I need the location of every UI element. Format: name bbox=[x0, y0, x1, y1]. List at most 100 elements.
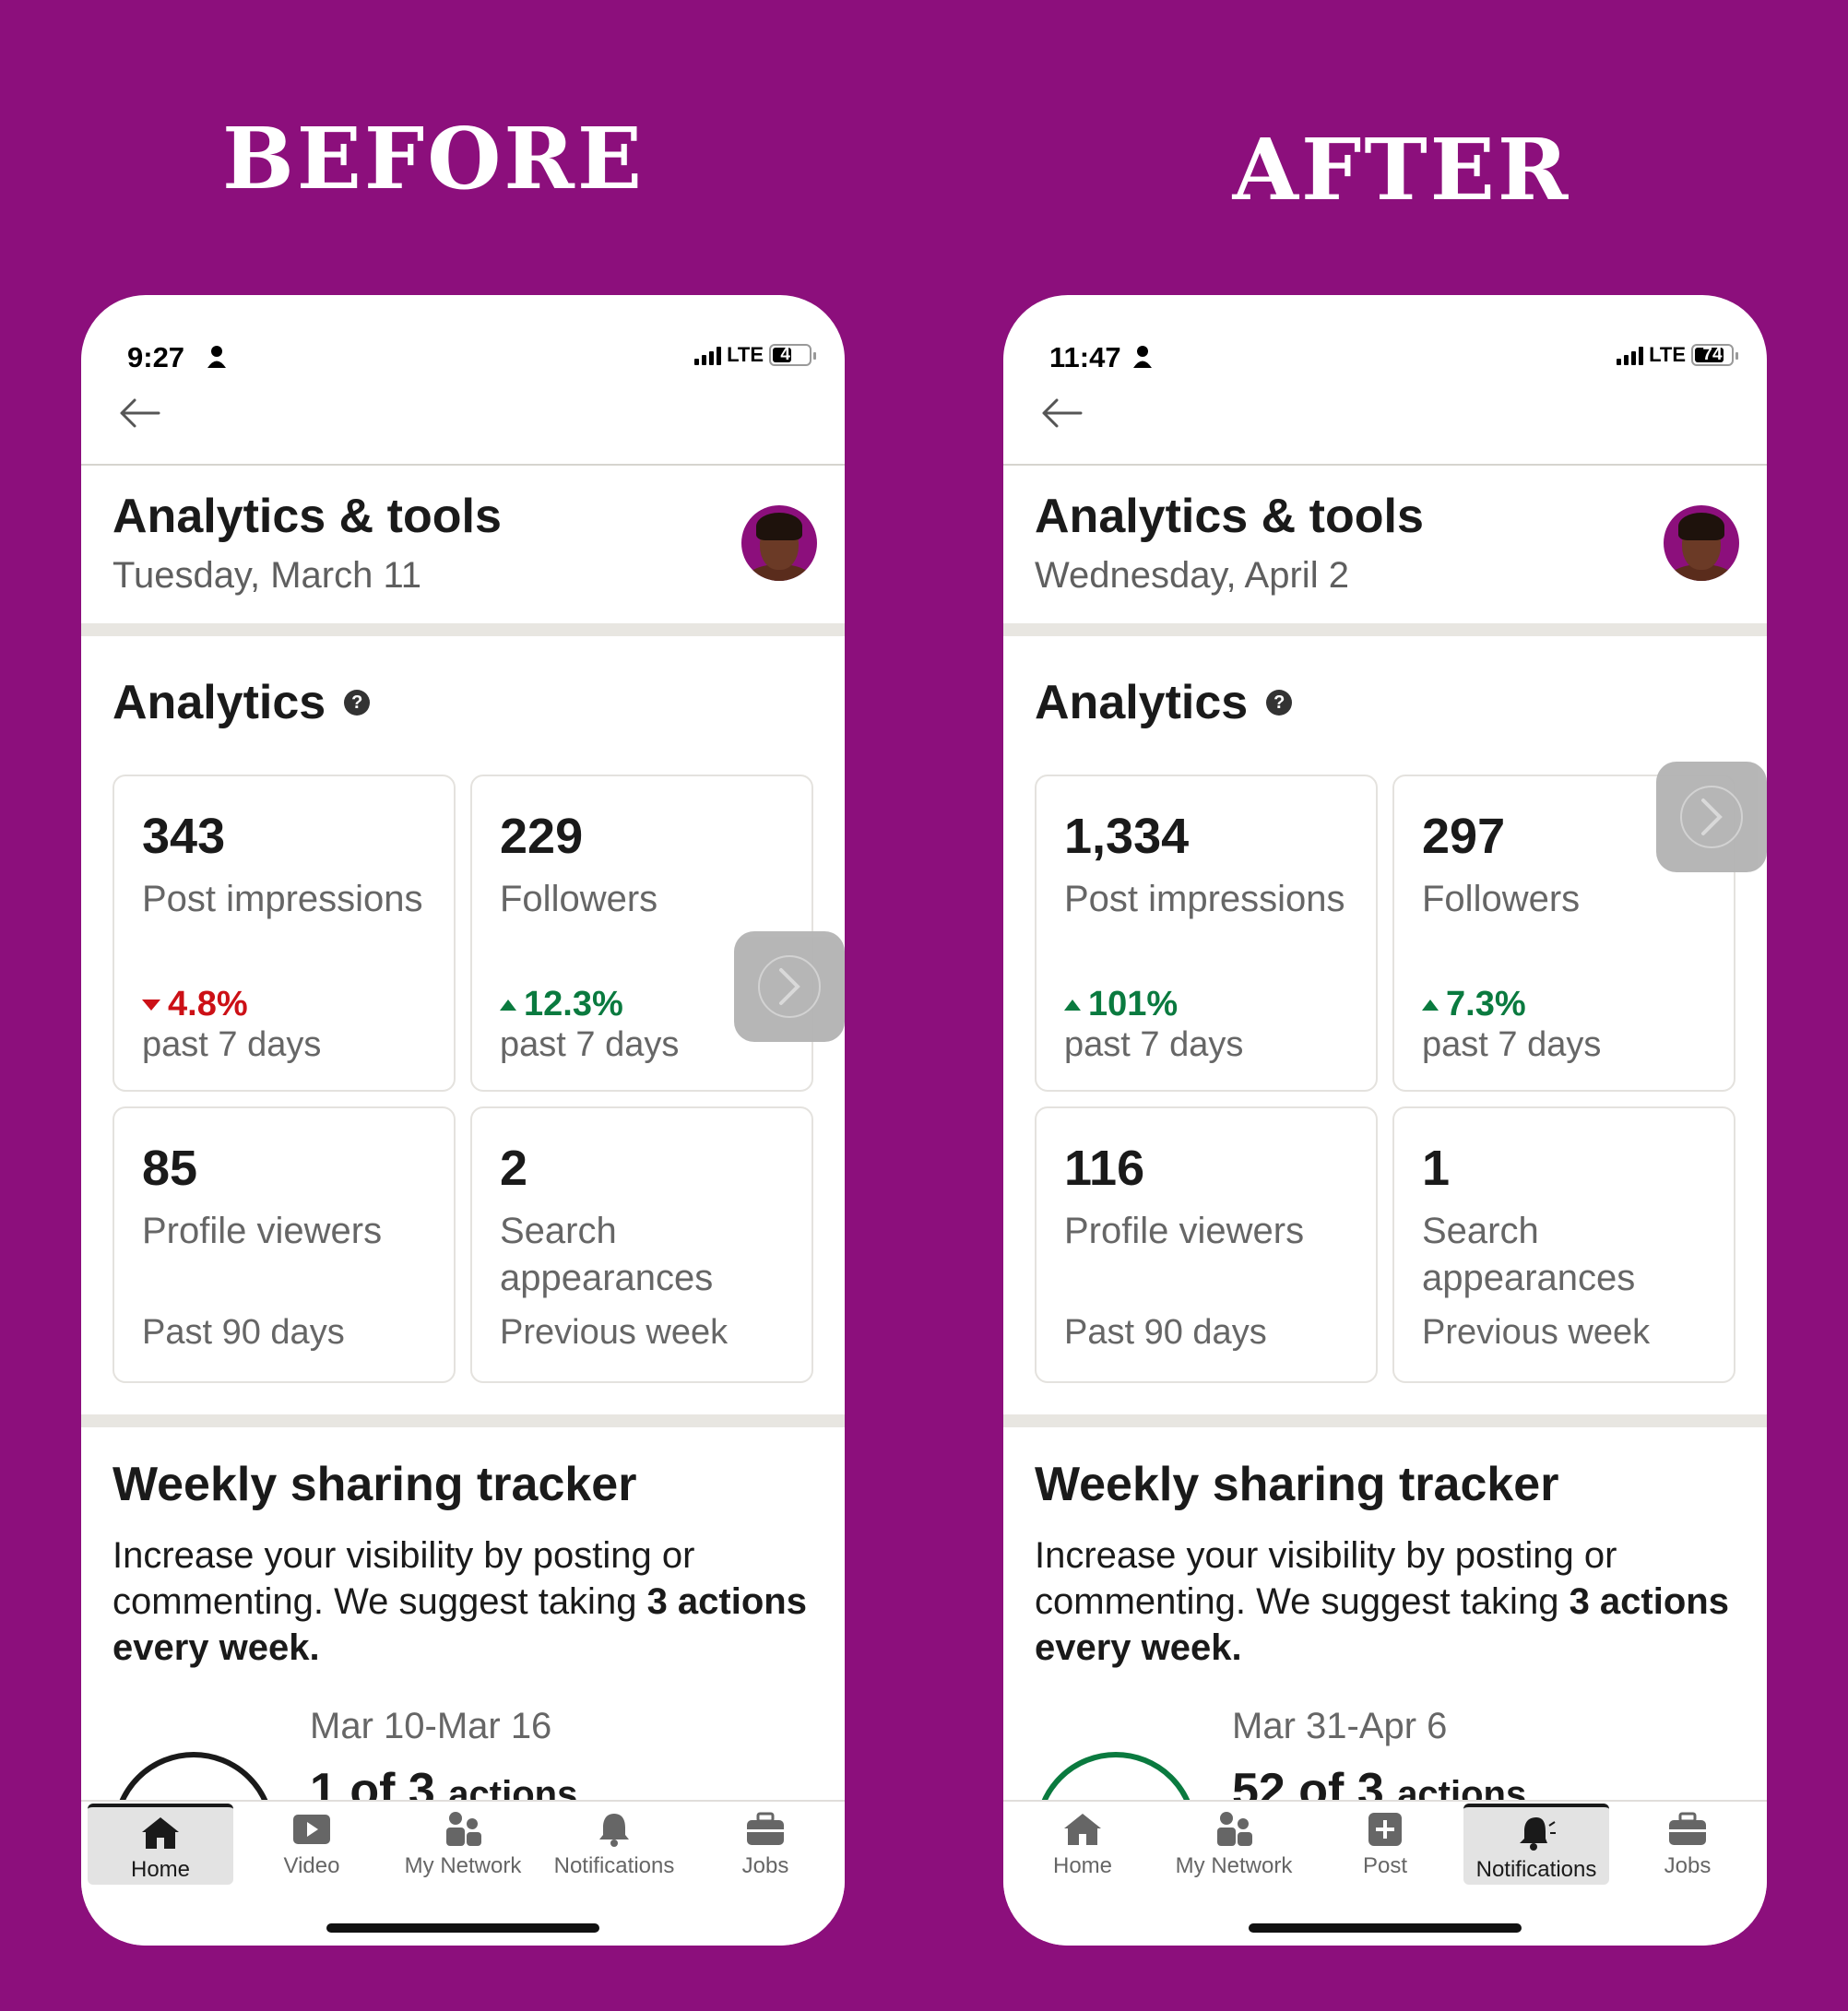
metric-value: 297 bbox=[1422, 809, 1506, 864]
my-network-icon bbox=[1217, 1812, 1252, 1846]
video-icon bbox=[293, 1815, 330, 1844]
before-heading: BEFORE bbox=[222, 109, 645, 208]
tracker-description: Increase your visibility by posting or c… bbox=[1035, 1535, 1729, 1668]
home-icon bbox=[142, 1817, 179, 1849]
metric-change: 7.3% bbox=[1422, 985, 1526, 1024]
home-icon bbox=[1064, 1814, 1101, 1845]
phone-after: 11:47 LTE 74 Analytics & tools Wednesday… bbox=[1003, 295, 1767, 1946]
metric-value: 2 bbox=[500, 1141, 528, 1196]
increase-icon bbox=[1422, 999, 1439, 1011]
battery-icon: 47 bbox=[769, 344, 816, 366]
signal-icon bbox=[694, 345, 722, 365]
status-bar: 9:27 LTE 47 bbox=[81, 325, 845, 380]
network-type: LTE bbox=[727, 343, 764, 366]
page-title: Analytics & tools bbox=[1035, 490, 1424, 543]
metric-period: past 7 days bbox=[1422, 1025, 1602, 1064]
status-time: 11:47 bbox=[1049, 341, 1121, 373]
jobs-icon bbox=[747, 1812, 784, 1845]
avatar[interactable] bbox=[741, 505, 817, 581]
after-heading: AFTER bbox=[1232, 120, 1571, 219]
metric-change: 101% bbox=[1064, 985, 1178, 1024]
page-date: Wednesday, April 2 bbox=[1035, 555, 1349, 596]
metric-period: past 7 days bbox=[142, 1025, 322, 1064]
decrease-icon bbox=[142, 999, 160, 1011]
back-arrow-icon[interactable] bbox=[1040, 396, 1083, 430]
increase-icon bbox=[1064, 999, 1081, 1011]
metric-label: Followers bbox=[500, 879, 658, 919]
help-icon[interactable]: ? bbox=[1266, 690, 1293, 716]
metric-period: Previous week bbox=[1422, 1313, 1651, 1352]
tab-home[interactable]: Home bbox=[88, 1804, 233, 1885]
tab-label: Notifications bbox=[553, 1853, 675, 1878]
tab-label: Post bbox=[1362, 1853, 1408, 1878]
metric-value: 1 bbox=[1422, 1141, 1451, 1196]
metric-card-profile-viewers[interactable]: 85 Profile viewers Past 90 days bbox=[113, 1106, 456, 1383]
tab-notifications[interactable]: Notifications bbox=[541, 1804, 687, 1885]
metric-period: Past 90 days bbox=[142, 1313, 345, 1352]
header-divider bbox=[81, 464, 845, 466]
metric-label: Profile viewers bbox=[142, 1211, 383, 1251]
carousel-next-button[interactable] bbox=[1656, 762, 1767, 872]
metric-period: past 7 days bbox=[1064, 1025, 1244, 1064]
person-icon bbox=[1133, 346, 1152, 368]
metric-card-search-appearances[interactable]: 1 Search appearances Previous week bbox=[1392, 1106, 1735, 1383]
section-divider bbox=[1003, 623, 1767, 636]
tab-post[interactable]: Post bbox=[1312, 1804, 1458, 1885]
metric-card-profile-viewers[interactable]: 116 Profile viewers Past 90 days bbox=[1035, 1106, 1378, 1383]
tracker-title: Weekly sharing tracker bbox=[1035, 1458, 1559, 1511]
tab-jobs[interactable]: Jobs bbox=[1615, 1804, 1760, 1885]
tab-label: Home bbox=[1052, 1853, 1113, 1878]
network-type: LTE bbox=[1649, 343, 1686, 366]
tab-notifications[interactable]: Notifications bbox=[1463, 1804, 1609, 1885]
section-divider bbox=[81, 1414, 845, 1427]
chevron-right-icon bbox=[779, 968, 800, 1005]
tab-label: Home bbox=[130, 1857, 191, 1882]
jobs-icon bbox=[1669, 1812, 1706, 1845]
back-arrow-icon[interactable] bbox=[118, 396, 160, 430]
person-icon bbox=[207, 346, 226, 368]
metric-period: Past 90 days bbox=[1064, 1313, 1267, 1352]
avatar[interactable] bbox=[1664, 505, 1739, 581]
analytics-title: Analytics bbox=[113, 676, 326, 729]
metric-period: past 7 days bbox=[500, 1025, 680, 1064]
battery-level: 74 bbox=[1702, 345, 1723, 364]
tab-label: Notifications bbox=[1475, 1857, 1597, 1882]
metric-label: Post impressions bbox=[1064, 879, 1345, 919]
metric-card-search-appearances[interactable]: 2 Search appearances Previous week bbox=[470, 1106, 813, 1383]
status-time: 9:27 bbox=[127, 341, 185, 373]
post-icon bbox=[1368, 1813, 1402, 1846]
chevron-right-icon bbox=[1701, 798, 1723, 835]
metric-label: Search appearances bbox=[1422, 1211, 1636, 1298]
carousel-next-button[interactable] bbox=[734, 931, 845, 1042]
help-icon[interactable]: ? bbox=[344, 690, 371, 716]
metric-value: 116 bbox=[1064, 1141, 1145, 1196]
metric-value: 1,334 bbox=[1064, 809, 1190, 864]
metric-label: Post impressions bbox=[142, 879, 423, 919]
home-indicator bbox=[1249, 1923, 1522, 1933]
metric-value: 343 bbox=[142, 809, 226, 864]
metric-card-impressions[interactable]: 1,334 Post impressions 101% past 7 days bbox=[1035, 775, 1378, 1092]
tab-label: Video bbox=[283, 1853, 340, 1878]
tab-label: Jobs bbox=[1664, 1853, 1712, 1878]
tab-video[interactable]: Video bbox=[239, 1804, 385, 1885]
section-divider bbox=[81, 623, 845, 636]
metric-card-impressions[interactable]: 343 Post impressions 4.8% past 7 days bbox=[113, 775, 456, 1092]
notifications-icon bbox=[1520, 1817, 1556, 1851]
header-divider bbox=[1003, 464, 1767, 466]
metric-label: Search appearances bbox=[500, 1211, 714, 1298]
metric-period: Previous week bbox=[500, 1313, 729, 1352]
analytics-title: Analytics bbox=[1035, 676, 1249, 729]
analytics-heading: Analytics ? bbox=[1035, 675, 1293, 730]
metric-change: 12.3% bbox=[500, 985, 623, 1024]
my-network-icon bbox=[446, 1812, 481, 1846]
tab-home[interactable]: Home bbox=[1010, 1804, 1155, 1885]
tracker-week-range: Mar 10-Mar 16 bbox=[310, 1706, 552, 1746]
tab-my-network[interactable]: My Network bbox=[390, 1804, 536, 1885]
phone-before: 9:27 LTE 47 Analytics & tools Tuesday, M… bbox=[81, 295, 845, 1946]
tab-jobs[interactable]: Jobs bbox=[693, 1804, 838, 1885]
tab-my-network[interactable]: My Network bbox=[1161, 1804, 1307, 1885]
notifications-icon bbox=[599, 1814, 629, 1847]
metric-label: Profile viewers bbox=[1064, 1211, 1305, 1251]
tab-label: My Network bbox=[404, 1853, 522, 1878]
page-title: Analytics & tools bbox=[113, 490, 502, 543]
